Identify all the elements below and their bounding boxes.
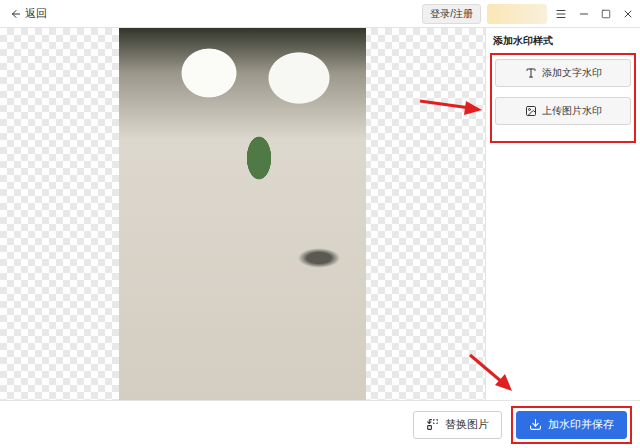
panel-title: 添加水印样式	[490, 34, 636, 48]
back-button[interactable]: 返回	[10, 6, 47, 21]
arrow-right-icon	[420, 101, 482, 115]
replace-button[interactable]: 替换图片	[413, 411, 502, 439]
image-icon	[525, 105, 537, 117]
text-icon	[525, 67, 537, 79]
bottom-bar: 替换图片加水印并保存	[0, 400, 640, 448]
arrow-down-right-icon	[470, 355, 512, 391]
text-watermark-button[interactable]: 添加文字水印	[495, 59, 631, 87]
photo	[119, 28, 366, 400]
download-icon	[529, 418, 542, 431]
arrow-left-icon	[10, 8, 22, 20]
replace-icon	[426, 418, 439, 431]
window-controls	[555, 8, 634, 20]
main-area: 添加水印样式添加文字水印上传图片水印	[0, 28, 640, 400]
button-highlight: 加水印并保存	[511, 406, 632, 444]
annotation-arrows	[0, 0, 640, 448]
image-canvas	[0, 28, 485, 400]
minimize-icon[interactable]	[578, 8, 590, 20]
login-button[interactable]: 登录/注册	[422, 4, 481, 24]
watermark-options: 添加文字水印上传图片水印	[490, 53, 636, 143]
save-button[interactable]: 加水印并保存	[516, 411, 627, 439]
app-window: 返回 登录/注册添加水印样式添加文字水印上传图片水印替换图片加水印并保存	[0, 0, 640, 448]
user-profile[interactable]	[487, 4, 547, 24]
button-highlight: 替换图片	[408, 406, 507, 444]
maximize-icon[interactable]	[601, 9, 611, 19]
watermark-panel: 添加水印样式添加文字水印上传图片水印	[485, 28, 640, 400]
image-watermark-button[interactable]: 上传图片水印	[495, 97, 631, 125]
close-icon[interactable]	[622, 8, 634, 20]
title-bar: 返回 登录/注册	[0, 0, 640, 28]
menu-icon[interactable]	[555, 8, 567, 20]
